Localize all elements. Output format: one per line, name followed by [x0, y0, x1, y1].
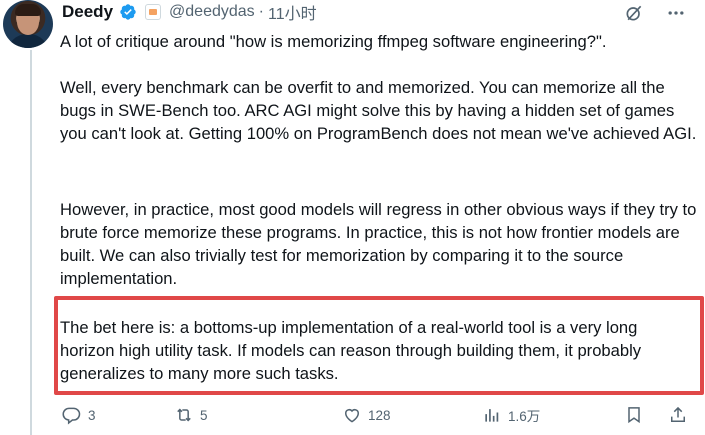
tweet-header: Deedy @deedydas · 11小时	[62, 0, 317, 24]
tweet-paragraph-1: A lot of critique around "how is memoriz…	[60, 32, 607, 51]
repost-count: 5	[200, 407, 208, 423]
author-handle[interactable]: @deedydas	[169, 3, 255, 21]
more-icon[interactable]	[665, 2, 687, 24]
like-icon	[345, 409, 359, 423]
reply-icon	[62, 407, 81, 425]
avatar[interactable]	[3, 0, 53, 48]
tweet-paragraph-2: Well, every benchmark can be overfit to …	[60, 78, 697, 143]
action-bar: 3 5 128 1.6万	[62, 402, 692, 428]
affiliation-badge-icon[interactable]	[145, 4, 162, 20]
views-icon	[485, 409, 499, 422]
bookmark-button[interactable]	[624, 402, 644, 428]
like-count: 128	[368, 407, 391, 423]
highlight-annotation	[54, 296, 704, 395]
grok-icon[interactable]	[623, 2, 645, 24]
author-name[interactable]: Deedy	[62, 2, 113, 22]
reply-count: 3	[88, 407, 96, 423]
repost-icon	[177, 408, 191, 422]
repost-button[interactable]: 5	[174, 402, 208, 428]
like-button[interactable]: 128	[342, 402, 391, 428]
top-right-actions	[623, 2, 687, 24]
timestamp[interactable]: 11小时	[268, 0, 317, 24]
tweet-paragraph-3: However, in practice, most good models w…	[60, 200, 697, 288]
views-button[interactable]: 1.6万	[482, 402, 540, 428]
reply-button[interactable]: 3	[62, 402, 96, 428]
verified-badge-icon[interactable]	[119, 3, 137, 21]
bookmark-icon	[628, 407, 640, 424]
share-icon	[671, 406, 685, 422]
views-count: 1.6万	[508, 409, 541, 424]
thread-line	[30, 50, 32, 435]
share-button[interactable]	[668, 402, 688, 428]
separator-dot: ·	[258, 3, 264, 20]
